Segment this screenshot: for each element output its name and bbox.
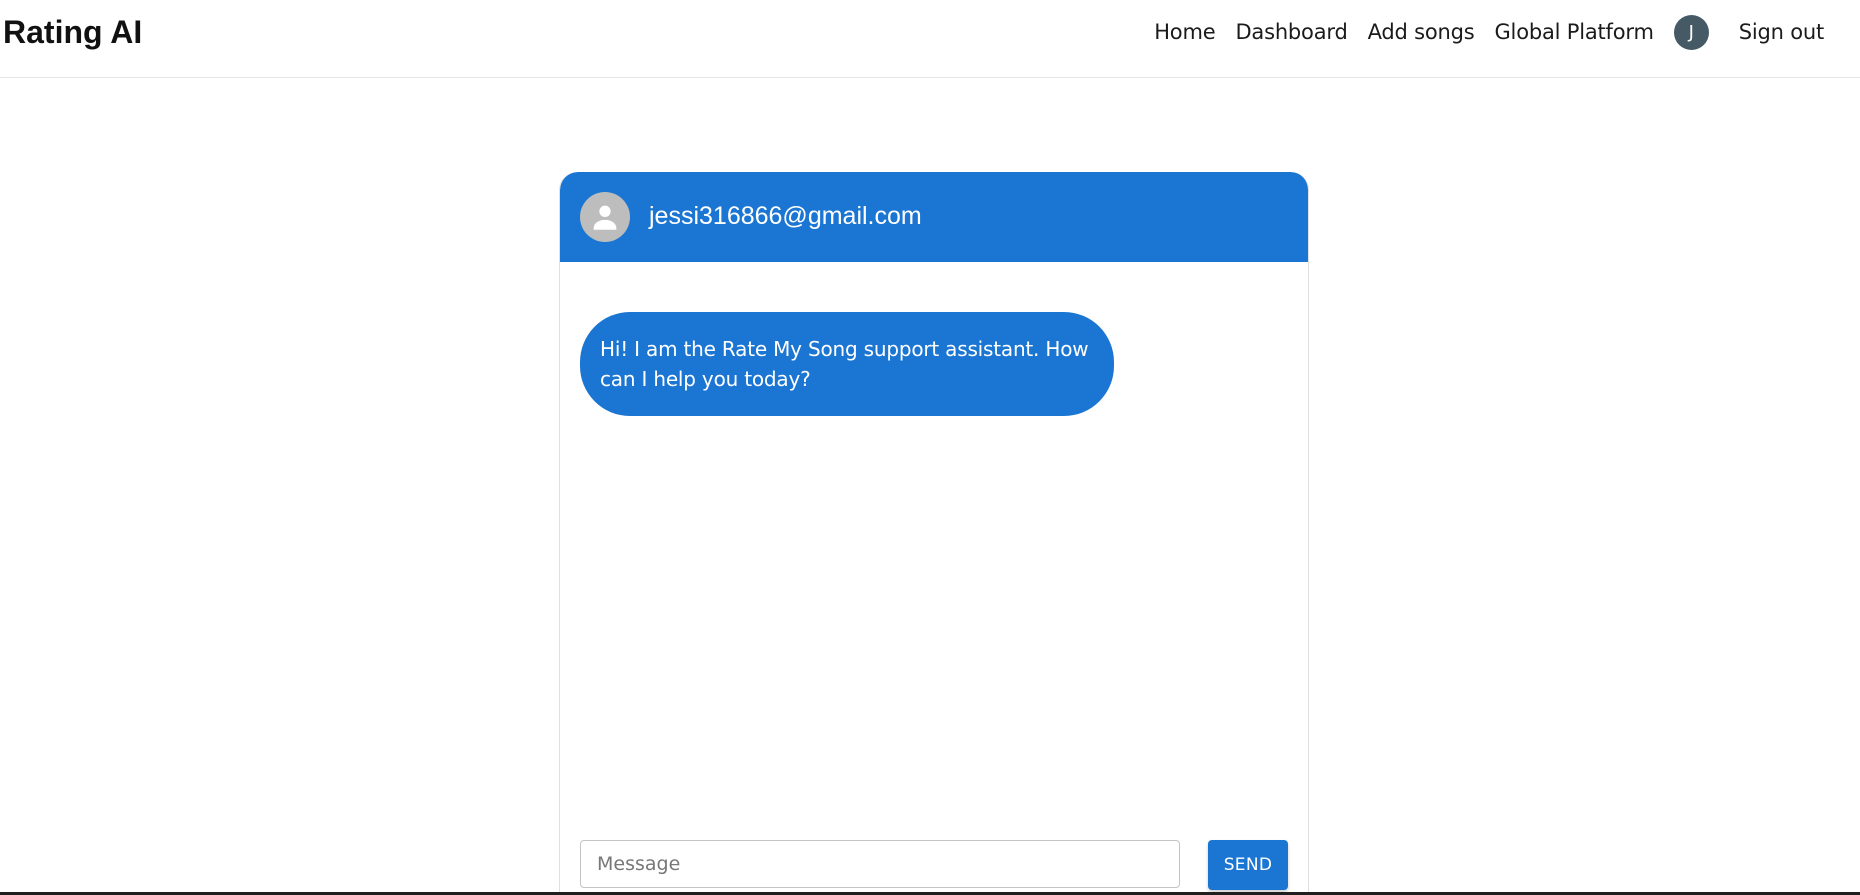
send-button[interactable]: SEND [1208,840,1288,890]
sign-out-button[interactable]: Sign out [1739,20,1824,44]
nav-link-add-songs[interactable]: Add songs [1368,20,1475,44]
assistant-message-bubble: Hi! I am the Rate My Song support assist… [580,312,1114,416]
nav-link-dashboard[interactable]: Dashboard [1235,20,1347,44]
nav-link-global-platform[interactable]: Global Platform [1494,20,1653,44]
nav-menu: Home Dashboard Add songs Global Platform… [1154,14,1824,50]
person-icon-glyph [593,205,617,230]
nav-link-home[interactable]: Home [1154,20,1215,44]
chat-header: jessi316866@gmail.com [560,172,1308,262]
top-navigation-bar: Rating AI Home Dashboard Add songs Globa… [0,0,1860,78]
person-icon [580,192,630,242]
user-avatar[interactable]: J [1673,14,1709,50]
message-input[interactable] [580,840,1180,888]
message-composer: SEND [580,840,1288,892]
page: Rating AI Home Dashboard Add songs Globa… [0,0,1860,895]
brand-logo[interactable]: Rating AI [3,14,142,51]
chat-panel: jessi316866@gmail.com Hi! I am the Rate … [559,172,1309,895]
chat-contact-email: jessi316866@gmail.com [649,202,922,230]
